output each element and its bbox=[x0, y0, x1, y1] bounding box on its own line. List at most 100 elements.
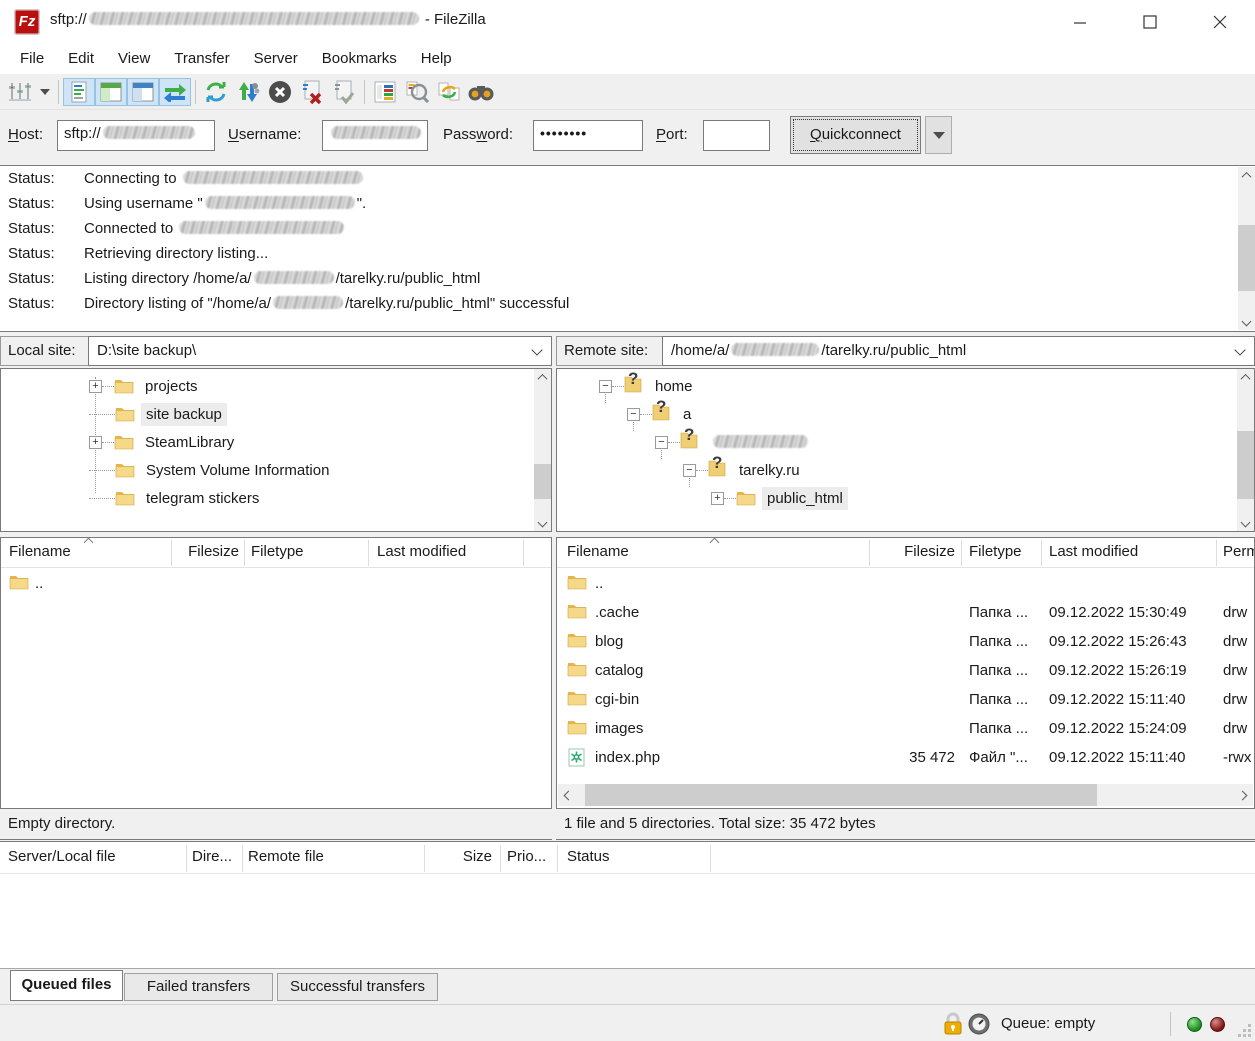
site-manager-dropdown-icon[interactable] bbox=[36, 78, 54, 106]
tree-item-label[interactable]: SteamLibrary bbox=[140, 431, 239, 454]
speedometer-icon[interactable] bbox=[968, 1013, 990, 1035]
tree-item-label[interactable]: a bbox=[678, 403, 696, 426]
remote-file-row-parent[interactable]: .. bbox=[557, 570, 1254, 599]
expander-icon[interactable]: + bbox=[89, 436, 102, 449]
username-input[interactable] bbox=[322, 120, 428, 151]
host-input[interactable]: sftp:// bbox=[57, 120, 215, 151]
disconnect-icon[interactable] bbox=[296, 78, 328, 106]
menu-file[interactable]: File bbox=[8, 44, 56, 74]
expander-icon[interactable]: − bbox=[655, 436, 668, 449]
tree-item-label[interactable]: telegram stickers bbox=[141, 487, 264, 510]
quickconnect-dropdown-button[interactable] bbox=[925, 116, 952, 154]
close-button[interactable] bbox=[1196, 4, 1244, 40]
column-direction[interactable]: Dire... bbox=[192, 848, 232, 865]
remote-file-row-cgi-bin[interactable]: cgi-bin Папка ... 09.12.2022 15:11:40 dr… bbox=[557, 686, 1254, 715]
menu-help[interactable]: Help bbox=[409, 44, 464, 74]
local-tree-scrollbar[interactable] bbox=[534, 369, 551, 531]
expander-icon[interactable]: + bbox=[711, 492, 724, 505]
scrollbar-thumb[interactable] bbox=[1238, 225, 1255, 291]
scroll-right-icon[interactable] bbox=[1234, 787, 1251, 804]
cancel-icon[interactable] bbox=[264, 78, 296, 106]
column-filename[interactable]: Filename bbox=[9, 543, 71, 560]
column-size[interactable]: Size bbox=[432, 848, 492, 865]
tree-item-label[interactable] bbox=[706, 430, 815, 453]
tree-item-label[interactable]: System Volume Information bbox=[141, 459, 334, 482]
menu-transfer[interactable]: Transfer bbox=[162, 44, 241, 74]
find-files-icon[interactable] bbox=[465, 78, 497, 106]
toggle-message-log-icon[interactable] bbox=[63, 78, 95, 106]
remote-tree-item-a[interactable]: − ? a bbox=[627, 400, 696, 428]
filter-icon[interactable] bbox=[369, 78, 401, 106]
tab-failed-transfers[interactable]: Failed transfers bbox=[124, 973, 273, 1001]
tab-queued-files[interactable]: Queued files bbox=[10, 970, 123, 1001]
minimize-button[interactable] bbox=[1056, 4, 1104, 40]
column-last-modified[interactable]: Last modified bbox=[377, 543, 466, 560]
menu-bookmarks[interactable]: Bookmarks bbox=[310, 44, 409, 74]
scrollbar-thumb[interactable] bbox=[1237, 431, 1254, 499]
menu-server[interactable]: Server bbox=[242, 44, 310, 74]
local-tree-item-projects[interactable]: + projects bbox=[89, 372, 203, 400]
site-manager-icon[interactable] bbox=[4, 78, 36, 106]
expander-icon[interactable]: − bbox=[599, 380, 612, 393]
local-tree-item-site-backup[interactable]: site backup bbox=[89, 400, 227, 428]
scroll-up-icon[interactable] bbox=[534, 369, 551, 386]
local-path-combo[interactable]: D:\site backup\ bbox=[88, 336, 552, 366]
remote-path-combo[interactable]: /home/a//tarelky.ru/public_html bbox=[662, 336, 1255, 366]
scroll-up-icon[interactable] bbox=[1237, 369, 1254, 386]
tree-item-label[interactable]: projects bbox=[140, 375, 203, 398]
column-filesize[interactable]: Filesize bbox=[177, 543, 239, 560]
remote-tree-item-censored[interactable]: − ? bbox=[655, 428, 815, 456]
column-filesize[interactable]: Filesize bbox=[855, 543, 955, 560]
log-scrollbar[interactable] bbox=[1238, 167, 1255, 330]
lock-icon[interactable] bbox=[941, 1012, 965, 1036]
tree-item-label[interactable]: home bbox=[650, 375, 698, 398]
tab-successful-transfers[interactable]: Successful transfers bbox=[277, 973, 438, 1001]
column-remote-file[interactable]: Remote file bbox=[248, 848, 324, 865]
remote-file-row-cache[interactable]: .cache Папка ... 09.12.2022 15:30:49 drw bbox=[557, 599, 1254, 628]
local-tree-item-telegram-stickers[interactable]: telegram stickers bbox=[89, 484, 264, 512]
tree-item-label[interactable]: public_html bbox=[762, 487, 848, 510]
local-file-row-parent[interactable]: .. bbox=[1, 570, 551, 599]
reconnect-icon[interactable] bbox=[328, 78, 360, 106]
speed-limits-icon[interactable] bbox=[232, 78, 264, 106]
column-filetype[interactable]: Filetype bbox=[251, 543, 304, 560]
local-tree-item-system-volume-information[interactable]: System Volume Information bbox=[89, 456, 334, 484]
password-input[interactable]: •••••••• bbox=[533, 120, 643, 151]
remote-file-row-images[interactable]: images Папка ... 09.12.2022 15:24:09 drw bbox=[557, 715, 1254, 744]
local-tree-item-steamlibrary[interactable]: + SteamLibrary bbox=[89, 428, 239, 456]
column-filename[interactable]: Filename bbox=[567, 543, 629, 560]
toggle-remote-tree-icon[interactable] bbox=[127, 78, 159, 106]
column-last-modified[interactable]: Last modified bbox=[1049, 543, 1138, 560]
remote-tree-item-public-html[interactable]: + public_html bbox=[711, 484, 848, 512]
log-ok-indicator-icon[interactable] bbox=[1187, 1017, 1202, 1032]
scroll-up-icon[interactable] bbox=[1238, 167, 1255, 184]
directory-comparison-icon[interactable] bbox=[401, 78, 433, 106]
column-filetype[interactable]: Filetype bbox=[969, 543, 1022, 560]
scroll-down-icon[interactable] bbox=[1237, 514, 1254, 531]
remote-file-row-blog[interactable]: blog Папка ... 09.12.2022 15:26:43 drw bbox=[557, 628, 1254, 657]
remote-tree-scrollbar[interactable] bbox=[1237, 369, 1254, 531]
menu-edit[interactable]: Edit bbox=[56, 44, 106, 74]
maximize-button[interactable] bbox=[1126, 4, 1174, 40]
remote-tree-item-tarelky-ru[interactable]: − ? tarelky.ru bbox=[683, 456, 805, 484]
column-priority[interactable]: Prio... bbox=[507, 848, 546, 865]
remote-tree-item-home[interactable]: − ? home bbox=[599, 372, 698, 400]
scrollbar-thumb[interactable] bbox=[534, 464, 551, 499]
remote-file-row-catalog[interactable]: catalog Папка ... 09.12.2022 15:26:19 dr… bbox=[557, 657, 1254, 686]
synchronized-browsing-icon[interactable] bbox=[433, 78, 465, 106]
scroll-left-icon[interactable] bbox=[560, 787, 577, 804]
column-status[interactable]: Status bbox=[567, 848, 610, 865]
tree-item-label[interactable]: site backup bbox=[141, 403, 227, 426]
remote-horizontal-scrollbar[interactable] bbox=[558, 784, 1253, 806]
toggle-transfer-queue-icon[interactable] bbox=[159, 78, 191, 106]
chevron-down-icon[interactable] bbox=[1234, 344, 1245, 355]
refresh-icon[interactable] bbox=[200, 78, 232, 106]
toggle-local-tree-icon[interactable] bbox=[95, 78, 127, 106]
menu-view[interactable]: View bbox=[106, 44, 162, 74]
quickconnect-button[interactable]: Quickconnect bbox=[790, 116, 921, 154]
expander-icon[interactable]: + bbox=[89, 380, 102, 393]
chevron-down-icon[interactable] bbox=[531, 344, 542, 355]
port-input[interactable] bbox=[703, 120, 770, 151]
resize-grip[interactable] bbox=[1248, 1034, 1251, 1037]
scroll-down-icon[interactable] bbox=[534, 514, 551, 531]
